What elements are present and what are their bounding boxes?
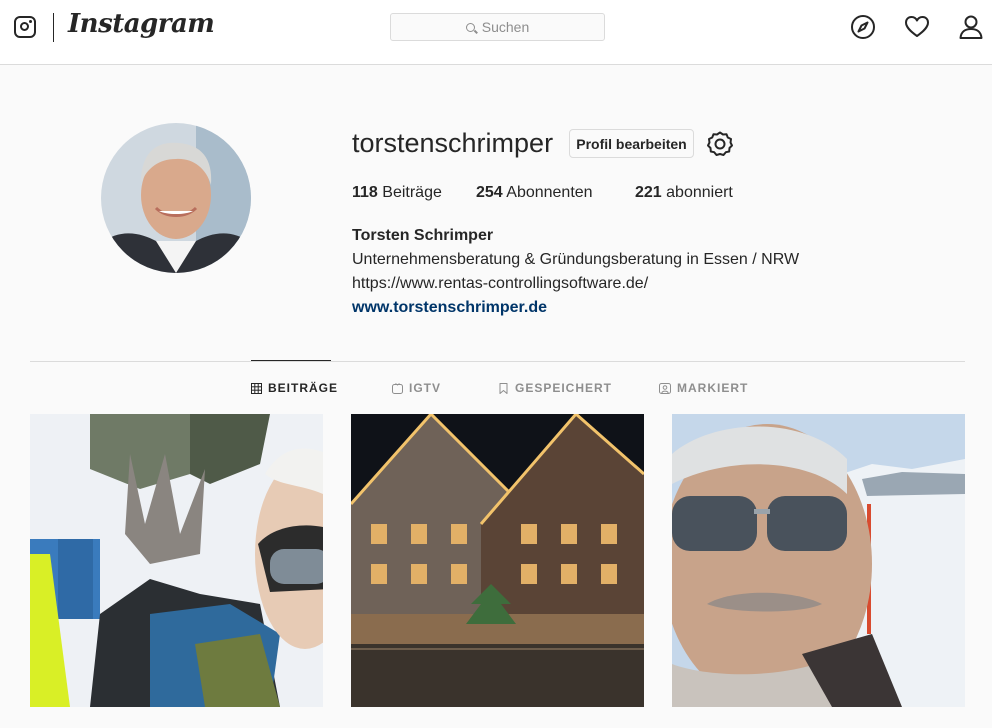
following-label: abonniert xyxy=(666,184,733,201)
post-image xyxy=(351,414,644,707)
tab-igtv[interactable]: IGTV xyxy=(392,381,441,395)
top-navigation: Instagram Suchen xyxy=(0,0,992,65)
following-count: 221 xyxy=(635,184,662,201)
nav-divider xyxy=(53,13,54,42)
profile-username: torstenschrimper xyxy=(352,128,554,158)
posts-label: Beiträge xyxy=(382,184,442,201)
tab-tagged-label: MARKIERT xyxy=(677,381,749,395)
stat-followers[interactable]: 254 Abonnenten xyxy=(476,184,593,202)
tab-posts[interactable]: BEITRÄGE xyxy=(251,381,338,395)
post-thumbnail[interactable] xyxy=(351,414,644,707)
followers-count: 254 xyxy=(476,184,503,201)
posts-count: 118 xyxy=(352,184,378,201)
bookmark-icon xyxy=(499,382,508,394)
website-link[interactable]: www.torstenschrimper.de xyxy=(352,296,799,320)
post-thumbnail[interactable] xyxy=(30,414,323,707)
compass-icon[interactable] xyxy=(850,14,876,40)
instagram-glyph-icon[interactable] xyxy=(14,16,36,38)
active-tab-indicator xyxy=(251,360,331,361)
post-thumbnail[interactable] xyxy=(672,414,965,707)
tab-saved-label: GESPEICHERT xyxy=(515,381,613,395)
profile-avatar[interactable] xyxy=(101,123,251,273)
stat-following[interactable]: 221 abonniert xyxy=(635,184,733,202)
instagram-logo[interactable]: Instagram xyxy=(68,9,215,39)
search-input[interactable]: Suchen xyxy=(390,13,605,41)
grid-icon xyxy=(251,382,262,394)
tabs-divider xyxy=(30,361,965,362)
post-image xyxy=(672,414,965,707)
profile-bio: Torsten Schrimper Unternehmensberatung &… xyxy=(352,224,799,320)
post-image xyxy=(30,414,323,707)
profile-icon[interactable] xyxy=(958,14,984,40)
heart-icon[interactable] xyxy=(904,14,930,40)
tab-posts-label: BEITRÄGE xyxy=(268,381,339,395)
tab-saved[interactable]: GESPEICHERT xyxy=(498,381,612,395)
igtv-icon xyxy=(392,382,403,394)
search-placeholder: Suchen xyxy=(481,19,530,35)
profile-full-name: Torsten Schrimper xyxy=(352,227,494,244)
tab-tagged[interactable]: MARKIERT xyxy=(659,381,748,395)
bio-line-1: Unternehmensberatung & Gründungsberatung… xyxy=(352,251,800,268)
tagged-icon xyxy=(659,382,671,394)
tab-igtv-label: IGTV xyxy=(409,381,442,395)
stat-posts: 118 Beiträge xyxy=(352,184,442,202)
followers-label: Abonnenten xyxy=(506,184,593,201)
edit-profile-button[interactable]: Profil bearbeiten xyxy=(569,129,694,158)
search-icon xyxy=(465,22,475,32)
settings-gear-icon[interactable] xyxy=(706,130,734,158)
bio-line-2: https://www.rentas-controllingsoftware.d… xyxy=(352,275,649,292)
